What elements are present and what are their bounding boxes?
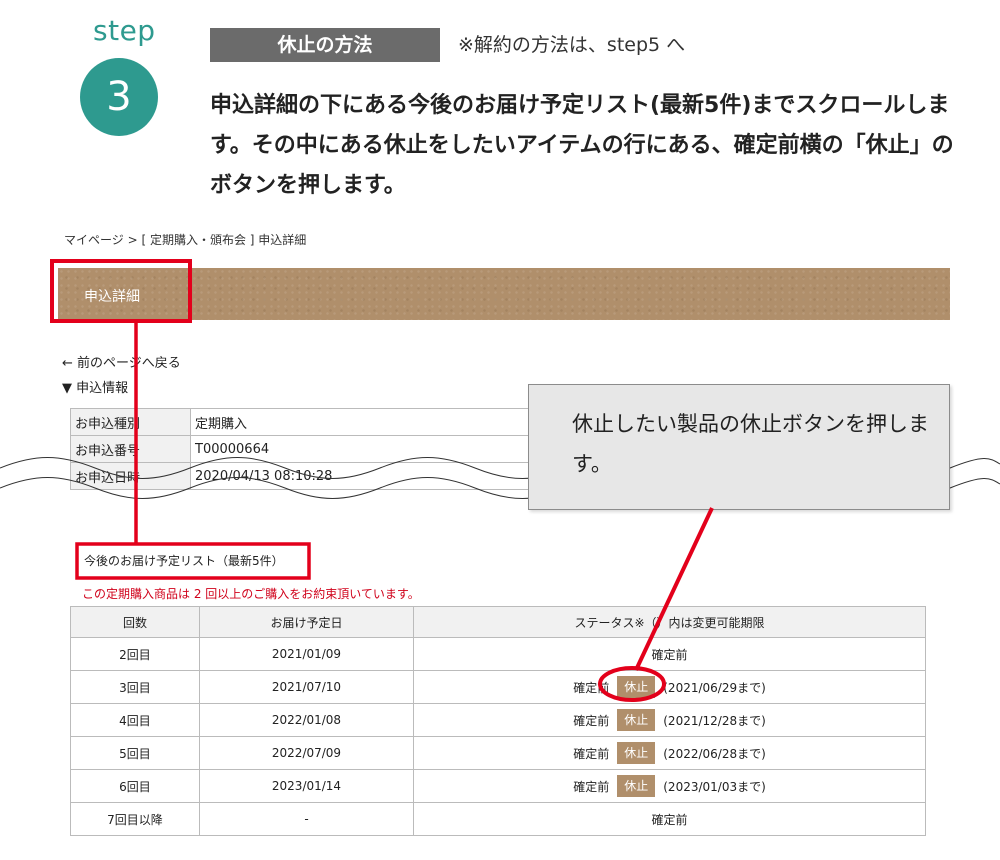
- table-row: 5回目 2022/07/09 確定前 休止 (2022/06/28まで): [70, 736, 926, 770]
- callout-text: 休止したい製品の休止ボタンを押します。: [572, 412, 929, 476]
- info-label: お申込種別: [70, 408, 191, 436]
- delivery-count: 5回目: [70, 736, 200, 770]
- delivery-date: 2022/07/09: [199, 736, 414, 770]
- step-word: step: [93, 14, 156, 47]
- banner-title: 申込詳細: [84, 289, 140, 305]
- commitment-note: この定期購入商品は 2 回以上のご購入をお約束頂いています。: [82, 587, 420, 601]
- column-header: お届け予定日: [199, 606, 414, 638]
- change-deadline: (2022/06/28まで): [663, 746, 766, 761]
- instruction-text: 申込詳細の下にある今後のお届け予定リスト(最新5件)までスクロールします。その中…: [210, 93, 954, 198]
- info-heading: ▼ 申込情報: [62, 381, 129, 396]
- table-header-row: 回数 お届け予定日 ステータス※（）内は変更可能期限: [70, 606, 926, 638]
- delivery-status-cell: 確定前 休止 (2022/06/28まで): [413, 736, 926, 770]
- delivery-status: 確定前: [413, 802, 926, 836]
- pause-button[interactable]: 休止: [617, 742, 656, 764]
- page-banner: [58, 268, 950, 320]
- table-row: 6回目 2023/01/14 確定前 休止 (2023/01/03まで): [70, 769, 926, 803]
- change-deadline: (2021/06/29まで): [663, 680, 766, 695]
- cancel-note: ※解約の方法は、step5 へ: [458, 34, 686, 56]
- table-row: 2回目 2021/01/09 確定前: [70, 637, 926, 671]
- pause-button[interactable]: 休止: [617, 709, 656, 731]
- method-label: 休止の方法: [210, 28, 440, 62]
- delivery-count: 6回目: [70, 769, 200, 803]
- delivery-count: 4回目: [70, 703, 200, 737]
- delivery-date: 2021/07/10: [199, 670, 414, 704]
- back-link[interactable]: ← 前のページへ戻る: [62, 352, 181, 371]
- delivery-status: 確定前: [573, 779, 610, 794]
- column-header: 回数: [70, 606, 200, 638]
- column-header: ステータス※（）内は変更可能期限: [413, 606, 926, 638]
- step-number-badge: 3: [80, 58, 158, 136]
- change-deadline: (2021/12/28まで): [663, 713, 766, 728]
- schedule-title: 今後のお届け予定リスト（最新5件）: [84, 554, 284, 568]
- delivery-count: 2回目: [70, 637, 200, 671]
- delivery-status-cell: 確定前 休止 (2021/06/29まで): [413, 670, 926, 704]
- table-row: 3回目 2021/07/10 確定前 休止 (2021/06/29まで): [70, 670, 926, 704]
- pause-button[interactable]: 休止: [617, 676, 656, 698]
- change-deadline: (2023/01/03まで): [663, 779, 766, 794]
- table-row: 7回目以降 - 確定前: [70, 802, 926, 836]
- delivery-status: 確定前: [573, 680, 610, 695]
- delivery-date: 2021/01/09: [199, 637, 414, 671]
- breadcrumb[interactable]: マイページ > [ 定期購入・頒布会 ] 申込詳細: [64, 231, 306, 248]
- pause-button[interactable]: 休止: [617, 775, 656, 797]
- delivery-date: 2023/01/14: [199, 769, 414, 803]
- delivery-schedule-table: 回数 お届け予定日 ステータス※（）内は変更可能期限 2回目 2021/01/0…: [70, 606, 926, 836]
- delivery-status-cell: 確定前 休止 (2021/12/28まで): [413, 703, 926, 737]
- delivery-status: 確定前: [573, 713, 610, 728]
- table-row: 4回目 2022/01/08 確定前 休止 (2021/12/28まで): [70, 703, 926, 737]
- delivery-status-cell: 確定前 休止 (2023/01/03まで): [413, 769, 926, 803]
- delivery-status: 確定前: [413, 637, 926, 671]
- delivery-status: 確定前: [573, 746, 610, 761]
- delivery-count: 3回目: [70, 670, 200, 704]
- delivery-date: 2022/01/08: [199, 703, 414, 737]
- delivery-count: 7回目以降: [70, 802, 200, 836]
- delivery-date: -: [199, 802, 414, 836]
